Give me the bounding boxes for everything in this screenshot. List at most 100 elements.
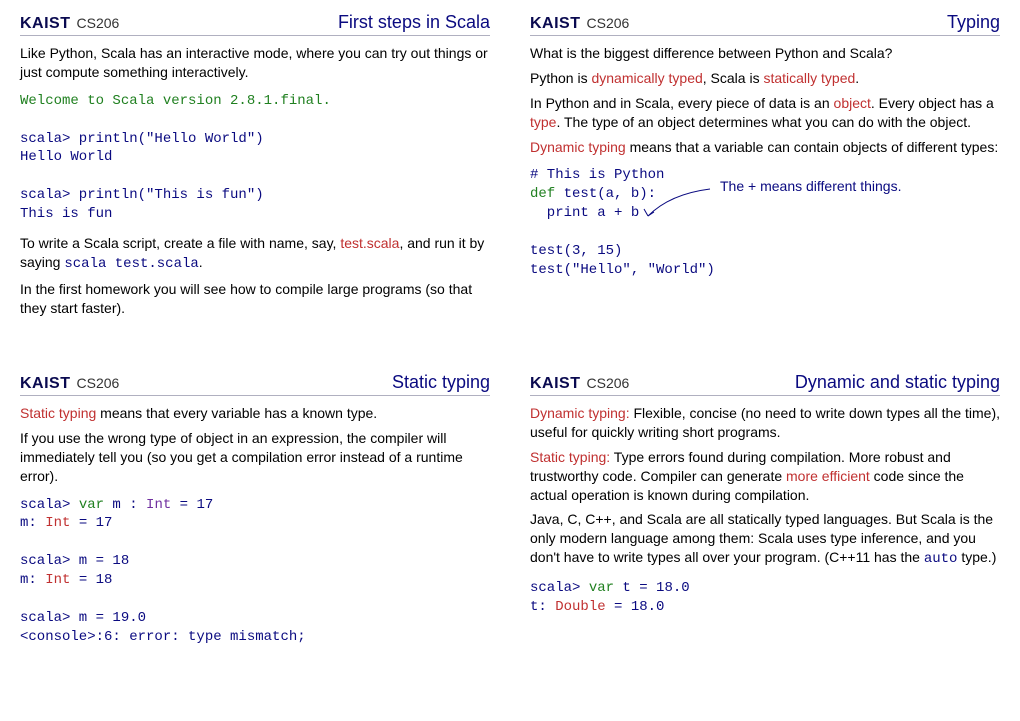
paragraph: Dynamic typing means that a variable can… [530,138,1000,157]
paragraph: If you use the wrong type of object in a… [20,429,490,486]
slide-header: KAIST CS206 Static typing [20,372,490,396]
code-line: Hello World [20,149,112,165]
code-line: Welcome to Scala version 2.8.1.final. [20,93,331,109]
text: . [855,70,859,86]
text: means that every variable has a known ty… [96,405,377,421]
code-with-annotation: # This is Python def test(a, b): print a… [530,166,1000,279]
term: object [834,95,871,111]
kaist-logo: KAIST [530,15,581,33]
type: Double [555,599,605,615]
slide-header: KAIST CS206 First steps in Scala [20,12,490,36]
term: dynamically typed [591,70,702,86]
kaist-logo: KAIST [530,375,581,393]
text: type.) [957,549,996,565]
code-line: scala> m = 18 [20,553,129,569]
annotation: The + means different things. [720,178,901,194]
slide-body: Like Python, Scala has an interactive mo… [20,44,490,318]
slide-dyn-static: KAIST CS206 Dynamic and static typing Dy… [510,360,1020,720]
term: Static typing: [530,449,610,465]
slide-title: Typing [947,12,1000,33]
kaist-logo: KAIST [20,375,71,393]
keyword: auto [924,551,958,567]
type: Int [45,515,70,531]
term: Dynamic typing [530,139,626,155]
brand: KAIST CS206 [20,375,119,393]
code-text: m: [20,515,45,531]
course-code: CS206 [77,375,120,391]
text: In Python and in Scala, every piece of d… [530,95,834,111]
code-block: scala> var m : Int = 17 m: Int = 17 scal… [20,496,490,647]
slide-body: Static typing means that every variable … [20,404,490,647]
slide-header: KAIST CS206 Typing [530,12,1000,36]
text: . Every object has a [871,95,994,111]
slide-body: Dynamic typing: Flexible, concise (no ne… [530,404,1000,617]
code-line: This is fun [20,206,112,222]
slide-header: KAIST CS206 Dynamic and static typing [530,372,1000,396]
paragraph: Static typing means that every variable … [20,404,490,423]
code-text: = 18 [70,572,112,588]
code-line: test("Hello", "World") [530,262,715,278]
code-text: = 17 [171,497,213,513]
text: means that a variable can contain object… [626,139,999,155]
slide-typing: KAIST CS206 Typing What is the biggest d… [510,0,1020,360]
course-code: CS206 [587,375,630,391]
code-text: m: [20,572,45,588]
paragraph: Dynamic typing: Flexible, concise (no ne… [530,404,1000,442]
paragraph: Python is dynamically typed, Scala is st… [530,69,1000,88]
brand: KAIST CS206 [530,15,629,33]
code-line: scala> println("Hello World") [20,131,264,147]
paragraph: Static typing: Type errors found during … [530,448,1000,505]
paragraph: Java, C, C++, and Scala are all statical… [530,510,1000,569]
code-line: scala> m = 19.0 [20,610,146,626]
code-text: t = 18.0 [614,580,690,596]
text: . [199,254,203,270]
keyword: var [79,497,104,513]
slide-title: First steps in Scala [338,12,490,33]
type: Int [45,572,70,588]
term: more efficient [786,468,870,484]
slide-static-typing: KAIST CS206 Static typing Static typing … [0,360,510,720]
paragraph: In the first homework you will see how t… [20,280,490,318]
code-block: scala> var t = 18.0 t: Double = 18.0 [530,579,1000,617]
code-block: Welcome to Scala version 2.8.1.final. sc… [20,92,490,224]
course-code: CS206 [77,15,120,31]
keyword: def [530,186,555,202]
term: Dynamic typing: [530,405,630,421]
code-text: scala> [530,580,589,596]
code-line: # This is Python [530,167,664,183]
keyword: var [589,580,614,596]
text: , Scala is [703,70,764,86]
code-line: <console>:6: error: type mismatch; [20,629,306,645]
term: Static typing [20,405,96,421]
term: statically typed [763,70,855,86]
text: Python is [530,70,591,86]
text: To write a Scala script, create a file w… [20,235,340,251]
code-line: test(3, 15) [530,243,622,259]
brand: KAIST CS206 [20,15,119,33]
code-text: scala> [20,497,79,513]
course-code: CS206 [587,15,630,31]
slide-title: Dynamic and static typing [795,372,1000,393]
text: . The type of an object determines what … [556,114,971,130]
paragraph: In Python and in Scala, every piece of d… [530,94,1000,132]
paragraph: What is the biggest difference between P… [530,44,1000,63]
paragraph: To write a Scala script, create a file w… [20,234,490,274]
slide-first-steps: KAIST CS206 First steps in Scala Like Py… [0,0,510,360]
code-text: t: [530,599,555,615]
brand: KAIST CS206 [530,375,629,393]
kaist-logo: KAIST [20,15,71,33]
paragraph: Like Python, Scala has an interactive mo… [20,44,490,82]
code-line: print a + b [530,205,639,221]
code-text: = 17 [70,515,112,531]
arrow-icon [640,184,720,224]
code-line: scala> println("This is fun") [20,187,264,203]
command: scala test.scala [64,256,198,272]
slide-title: Static typing [392,372,490,393]
slide-grid: KAIST CS206 First steps in Scala Like Py… [0,0,1020,720]
term: type [530,114,556,130]
type: Int [146,497,171,513]
code-text: m : [104,497,146,513]
filename: test.scala [340,235,399,251]
slide-body: What is the biggest difference between P… [530,44,1000,280]
code-text: = 18.0 [606,599,665,615]
